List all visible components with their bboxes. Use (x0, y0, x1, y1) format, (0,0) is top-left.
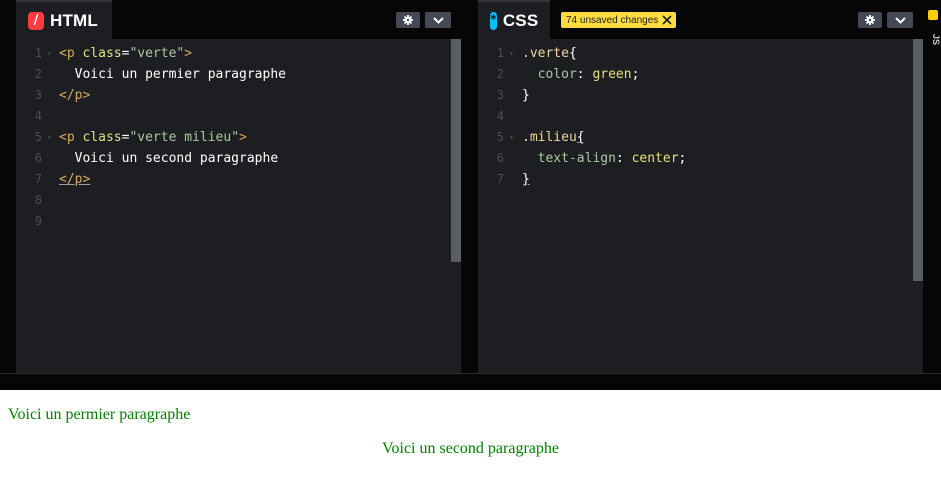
chevron-down-icon (432, 16, 444, 24)
css-editor[interactable]: * CSS 74 unsaved changes 1 ▾ .verte{2 c… (478, 0, 923, 373)
html-code-text: Voici un second paragraphe (59, 151, 279, 166)
html-code-line[interactable]: 1 ▾ <p class="verte"> (16, 43, 461, 64)
html-code-text: <p class="verte milieu"> (59, 130, 247, 145)
css-line-number: 4 (496, 109, 504, 123)
css-line-number: 1 (496, 46, 504, 60)
fold-arrow-icon[interactable]: ▾ (509, 127, 514, 148)
css-code-line[interactable]: 2 color: green; (478, 64, 923, 85)
css-code-text: .verte{ (522, 46, 577, 61)
resize-divider[interactable] (0, 373, 941, 390)
css-scrollbar[interactable] (913, 39, 923, 281)
html-code-line[interactable]: 8 (16, 190, 461, 211)
unsaved-changes-badge[interactable]: 74 unsaved changes (561, 12, 677, 28)
html-line-number: 4 (34, 109, 42, 123)
preview-paragraph-1: Voici un permier paragraphe (8, 406, 191, 423)
html-code-line[interactable]: 6 Voici un second paragraphe (16, 148, 461, 169)
html-line-number: 6 (34, 151, 42, 165)
css-code-text: } (522, 88, 530, 103)
close-icon[interactable] (662, 15, 672, 25)
unsaved-changes-text: 74 unsaved changes (566, 14, 659, 26)
tab-css[interactable]: * CSS (478, 0, 550, 39)
html-tab-title: HTML (49, 10, 98, 30)
html-line-number: 2 (34, 67, 42, 81)
html-line-number: 1 (34, 46, 42, 60)
css-code-text: color: green; (522, 67, 640, 82)
html-code-text: Voici un permier paragraphe (59, 67, 286, 82)
css-line-number: 5 (496, 130, 504, 144)
css-tab-title: CSS (502, 10, 539, 30)
js-editor-collapsed[interactable]: JS (923, 0, 941, 373)
css-line-number: 6 (496, 151, 504, 165)
html-editor-header: / HTML (16, 0, 461, 39)
chevron-down-icon (894, 16, 906, 24)
html-code-line[interactable]: 7 </p> (16, 169, 461, 190)
css-code-text: text-align: center; (522, 151, 687, 166)
html-code-line[interactable]: 3 </p> (16, 85, 461, 106)
fold-arrow-icon[interactable]: ▾ (47, 127, 52, 148)
html-slash-icon: / (28, 11, 44, 30)
html-code-line[interactable]: 9 (16, 211, 461, 232)
css-code-text: .milieu{ (522, 130, 585, 145)
css-code-line[interactable]: 4 (478, 106, 923, 127)
css-line-number: 7 (496, 172, 504, 186)
css-settings-button[interactable] (858, 12, 882, 28)
html-line-number: 7 (34, 172, 42, 186)
html-code-text: <p class="verte"> (59, 46, 193, 61)
html-code-line[interactable]: 2 Voici un permier paragraphe (16, 64, 461, 85)
gear-icon (403, 15, 413, 25)
html-editor[interactable]: / HTML 1 ▾ <p class="verte"> 2 Voici un … (16, 0, 461, 373)
css-code-area[interactable]: 1 ▾ .verte{2 color: green; 3} 4 5 ▾ .milieu{6 t… (478, 39, 923, 373)
css-line-number: 2 (496, 67, 504, 81)
css-line-number: 3 (496, 88, 504, 102)
gear-icon (865, 15, 875, 25)
html-code-line[interactable]: 5 ▾ <p class="verte milieu"> (16, 127, 461, 148)
html-code-area[interactable]: 1 ▾ <p class="verte"> 2 Voici un permier pa… (16, 39, 461, 373)
js-label: JS (931, 34, 941, 46)
tab-html[interactable]: / HTML (16, 0, 112, 39)
html-settings-button[interactable] (396, 12, 420, 28)
css-code-line[interactable]: 3} (478, 85, 923, 106)
fold-arrow-icon[interactable]: ▾ (509, 43, 514, 64)
html-line-number: 5 (34, 130, 42, 144)
html-collapse-button[interactable] (425, 12, 451, 28)
css-code-line[interactable]: 1 ▾ .verte{ (478, 43, 923, 64)
html-line-number: 9 (34, 214, 42, 228)
css-code-line[interactable]: 7} (478, 169, 923, 190)
css-asterisk-icon: * (490, 11, 497, 30)
css-collapse-button[interactable] (887, 12, 913, 28)
html-code-line[interactable]: 4 (16, 106, 461, 127)
editors-panel: / HTML 1 ▾ <p class="verte"> 2 Voici un … (0, 0, 941, 373)
html-code-text: </p> (59, 88, 91, 103)
result-preview: Voici un permier paragraphe Voici un sec… (0, 390, 941, 477)
css-editor-header: * CSS 74 unsaved changes (478, 0, 923, 39)
html-line-number: 3 (34, 88, 42, 102)
html-line-number: 8 (34, 193, 42, 207)
js-icon (928, 10, 938, 20)
css-code-text: } (522, 172, 530, 187)
fold-arrow-icon[interactable]: ▾ (47, 43, 52, 64)
html-scrollbar[interactable] (451, 39, 461, 262)
html-code-text: </p> (59, 172, 91, 187)
preview-paragraph-2: Voici un second paragraphe (382, 440, 559, 457)
css-code-line[interactable]: 6 text-align: center; (478, 148, 923, 169)
css-code-line[interactable]: 5 ▾ .milieu{ (478, 127, 923, 148)
